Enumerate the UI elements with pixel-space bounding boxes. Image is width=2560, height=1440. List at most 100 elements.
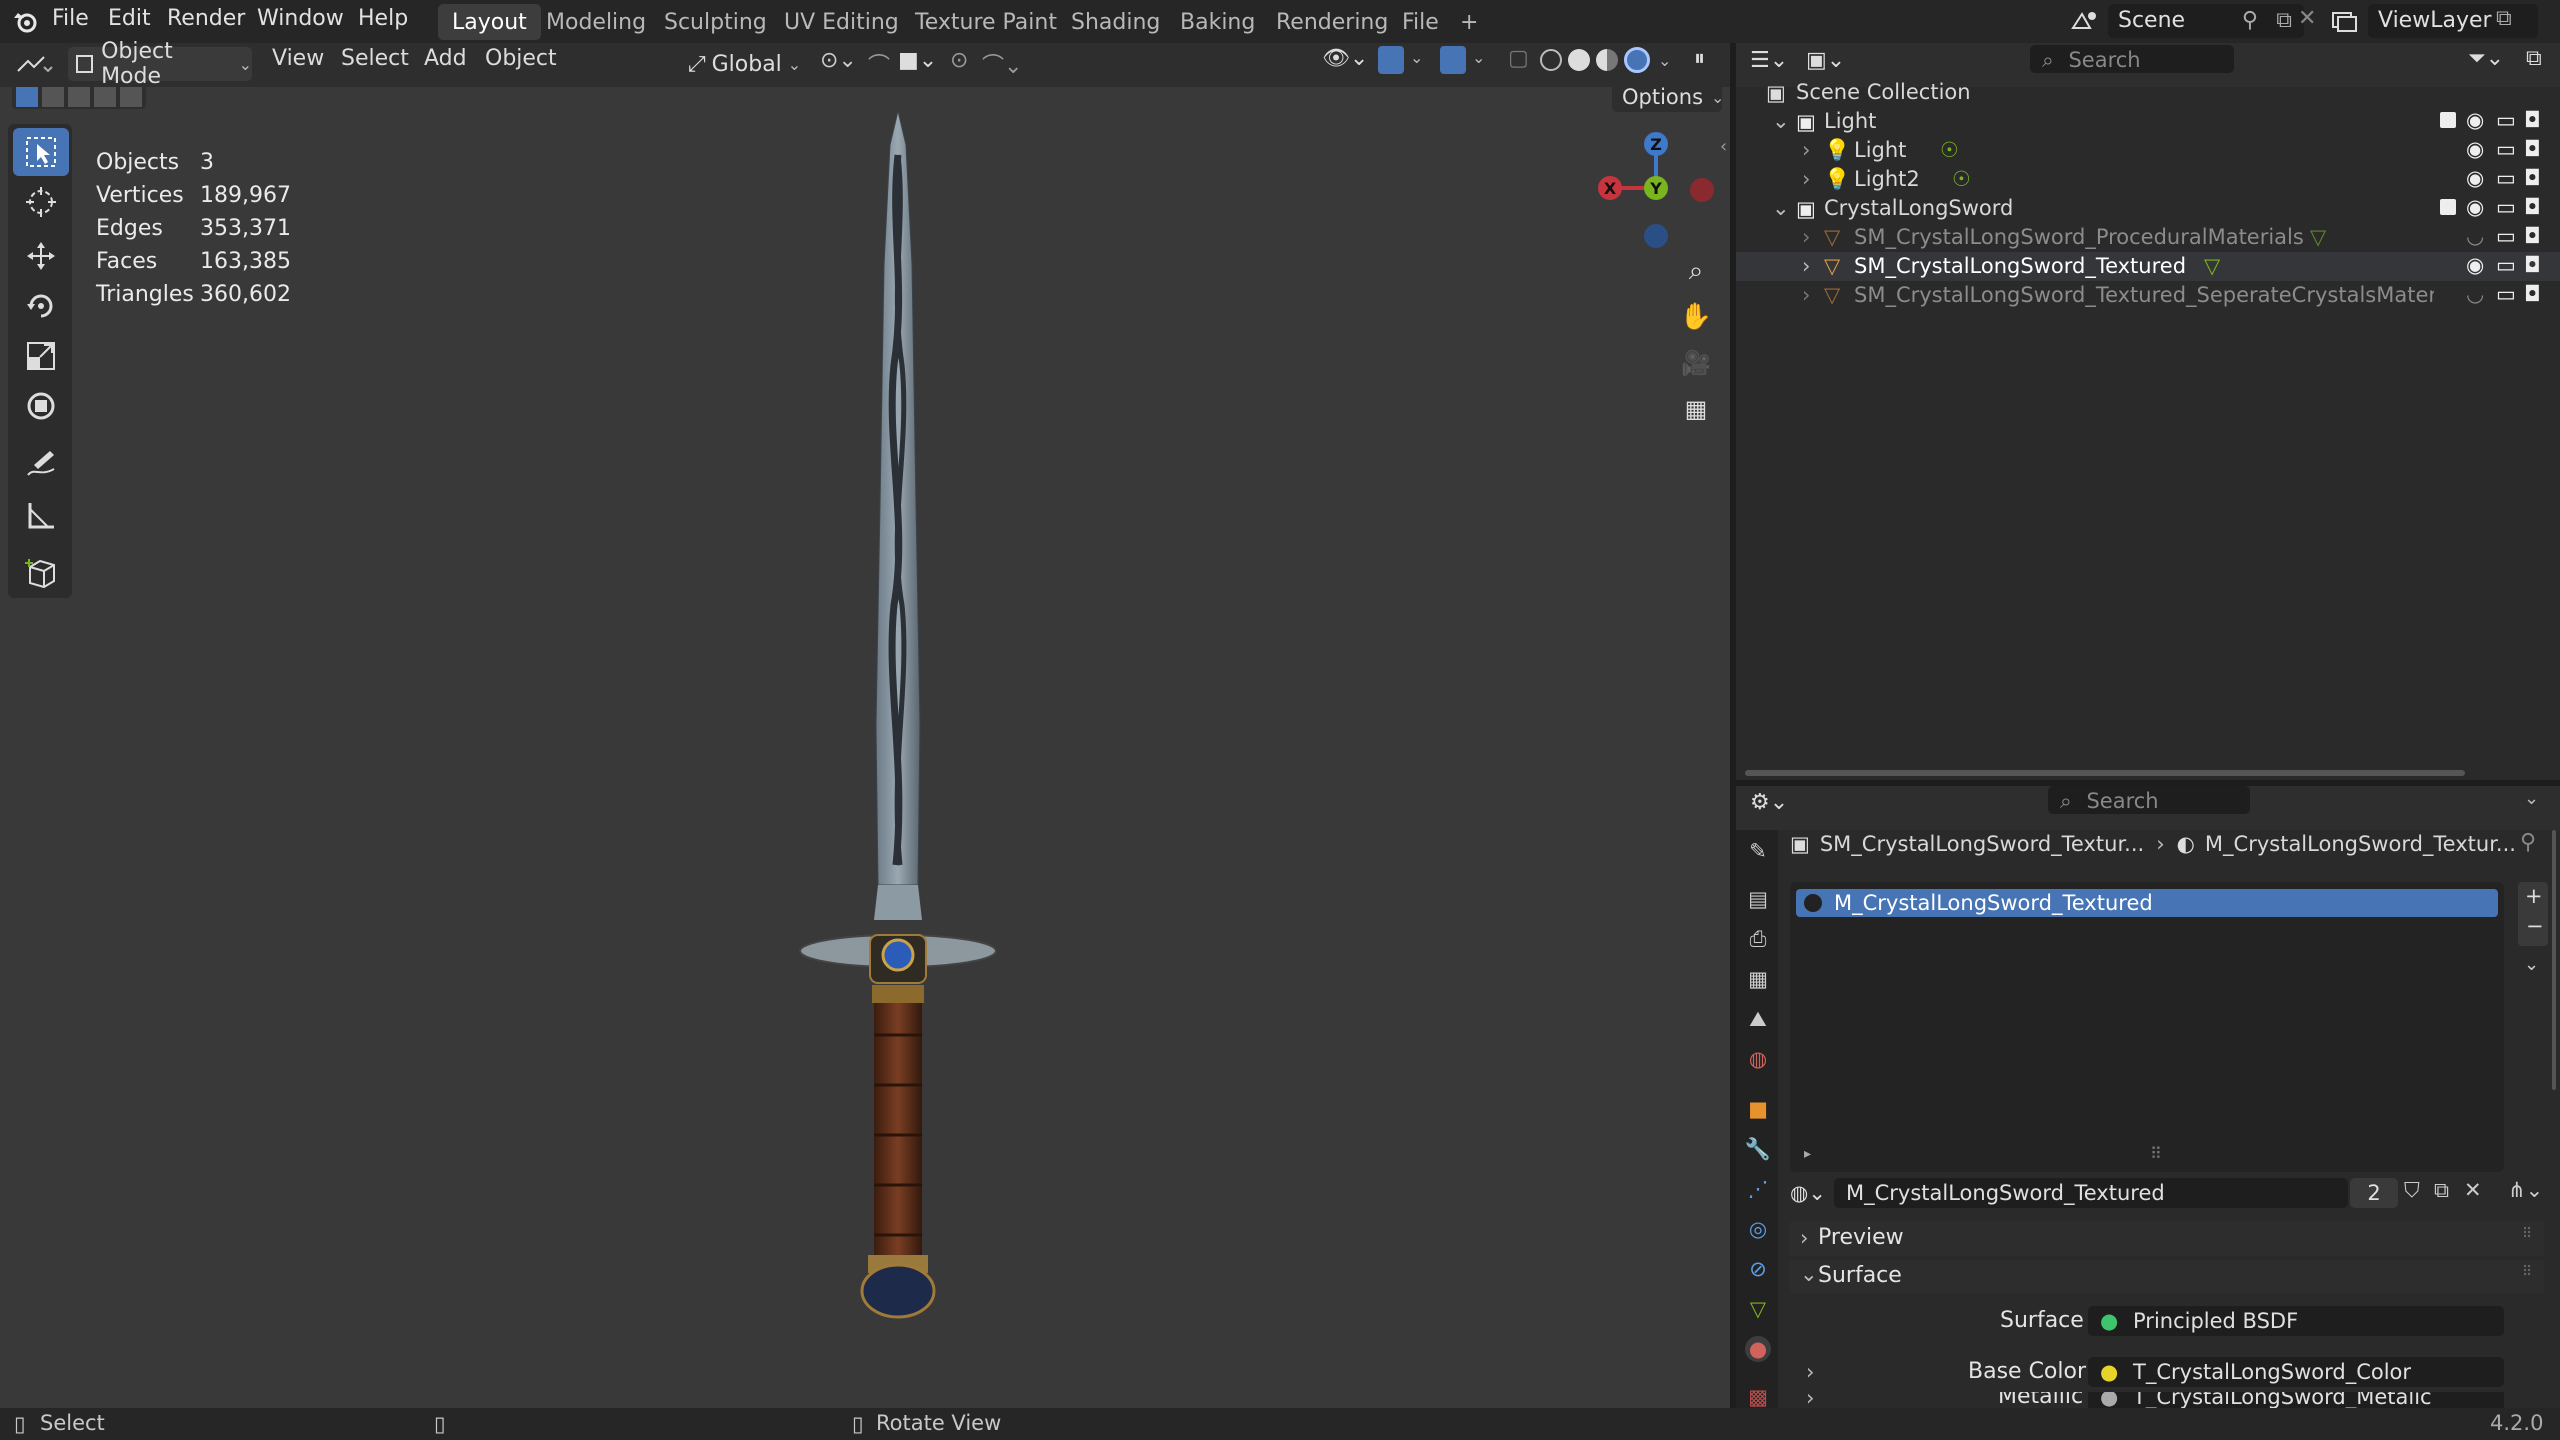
select-box-tool[interactable] [13,128,69,176]
unlink-material-icon[interactable]: ✕ [2464,1178,2482,1202]
view-layer-selector[interactable]: ViewLayer [2368,4,2538,38]
mesh-data-icon[interactable]: ▽ [2310,225,2326,249]
add-workspace-button[interactable]: + [1446,4,1492,40]
tab-sculpting[interactable]: Sculpting [650,4,781,40]
expand-chevron-icon[interactable]: › [1802,167,1810,191]
expand-chevron-icon[interactable]: ⌄ [1772,109,1790,133]
material-tab-icon[interactable]: ● [1745,1336,1771,1362]
monitor-icon[interactable]: ▭ [2496,195,2516,219]
tab-file[interactable]: File [1388,4,1453,40]
editor-type-icon[interactable] [14,49,54,79]
xray-toggle-icon[interactable]: ▢ [1508,46,1529,71]
monitor-icon[interactable]: ▭ [2496,166,2516,190]
resize-handle-icon[interactable]: ⠿ [2150,1144,2162,1163]
camera-icon[interactable]: ◘ [2524,137,2541,161]
cursor-tool[interactable] [13,178,69,226]
exclude-checkbox[interactable] [2440,112,2456,128]
tab-texture-paint[interactable]: Texture Paint [901,4,1071,40]
properties-scrollbar[interactable] [2552,830,2556,1090]
base-color-field[interactable]: ● T_CrystalLongSword_Color [2088,1357,2504,1387]
falloff-icon[interactable]: ⌒⌄ [982,48,1022,80]
menu-window[interactable]: Window [257,6,344,31]
new-view-layer-icon[interactable]: ⧉ [2496,6,2512,31]
options-button[interactable]: Options ⌄ [1612,82,1724,112]
scene-selector[interactable]: Scene ⚲ ⧉ [2108,4,2304,38]
camera-icon[interactable]: ◘ [2524,108,2541,132]
menu-help[interactable]: Help [358,6,408,31]
outliner-row-seperatecrystals[interactable]: › ▽ SM_CrystalLongSword_Textured_Seperat… [1736,281,2560,310]
menu-edit[interactable]: Edit [108,6,151,31]
monitor-icon[interactable]: ▭ [2496,224,2516,248]
properties-search-input[interactable]: ⌕ Search [2048,786,2250,814]
view-layer-tab-icon[interactable]: ▦ [1745,966,1771,992]
scene-icon[interactable] [2070,8,2100,34]
scene-tab-icon[interactable]: ⛰ [1745,1006,1771,1032]
transform-tool[interactable] [13,382,69,430]
tab-layout[interactable]: Layout [438,4,541,40]
eye-icon[interactable]: ◉ [2466,166,2484,190]
outliner-row-crystallongsword-collection[interactable]: ⌄ ▣ CrystalLongSword ◉ ▭ ◘ [1736,194,2560,223]
add-cube-tool[interactable] [13,548,69,596]
output-tab-icon[interactable]: ⎙ [1745,926,1771,952]
outliner-row-light2[interactable]: › 💡 Light2 ☉ ◉ ▭ ◘ [1736,165,2560,194]
sidebar-toggle-icon[interactable]: ‹ [1720,136,1727,157]
overlay-toggle-icon[interactable] [1440,46,1466,74]
camera-icon[interactable]: ◘ [2524,224,2541,248]
perspective-grid-icon[interactable]: ▦ [1676,389,1716,429]
snap-target-icon[interactable]: ■⌄ [898,48,937,73]
node-tree-icon[interactable]: ⋔⌄ [2508,1178,2543,1202]
viewport-menu-view[interactable]: View [272,46,324,71]
select-subtract-icon[interactable] [68,87,90,107]
pan-hand-icon[interactable]: ✋ [1676,297,1716,337]
chevron-down-icon[interactable]: ⌄ [2524,788,2539,809]
scale-tool[interactable] [13,332,69,380]
tab-shading[interactable]: Shading [1057,4,1174,40]
properties-editor-type-icon[interactable]: ⚙⌄ [1750,790,1788,815]
mode-selector[interactable]: Object Mode ⌄ [68,39,252,89]
monitor-icon[interactable]: ▭ [2496,137,2516,161]
eye-closed-icon[interactable]: ◡ [2466,224,2484,248]
pause-render-icon[interactable]: ⏸ [1694,46,1705,71]
expand-chevron-icon[interactable]: ⌄ [1772,196,1790,220]
modifier-tab-icon[interactable]: 🔧 [1745,1136,1771,1162]
outliner-row-proceduralmaterials[interactable]: › ▽ SM_CrystalLongSword_ProceduralMateri… [1736,223,2560,252]
select-new-icon[interactable] [16,87,38,107]
rendered-shading-icon[interactable] [1624,47,1650,73]
light-data-icon[interactable]: ☉ [1940,138,1959,162]
menu-file[interactable]: File [52,6,89,31]
pin-icon[interactable]: ⚲ [2242,8,2258,33]
outliner-row-light[interactable]: › 💡 Light ☉ ◉ ▭ ◘ [1736,136,2560,165]
outliner-row-light-collection[interactable]: ⌄ ▣ Light ◉ ▭ ◘ [1736,107,2560,136]
tab-modeling[interactable]: Modeling [532,4,660,40]
tab-baking[interactable]: Baking [1166,4,1269,40]
pin-icon[interactable]: ⚲ [2520,830,2536,855]
world-tab-icon[interactable]: ◍ [1745,1046,1771,1072]
expand-chevron-icon[interactable]: › [1802,283,1810,307]
navigation-gizmo[interactable]: Z X Y [1590,130,1720,250]
camera-icon[interactable]: ◘ [2524,195,2541,219]
add-slot-icon[interactable]: + [2525,884,2543,908]
surface-shader-field[interactable]: ● Principled BSDF [2088,1306,2504,1336]
expand-chevron-icon[interactable]: › [1802,254,1810,278]
monitor-icon[interactable]: ▭ [2496,253,2516,277]
panel-drag-icon[interactable]: ⠿ [2522,1264,2532,1280]
eye-icon[interactable]: ◉ [2466,195,2484,219]
select-extend-icon[interactable] [42,87,64,107]
expand-chevron-icon[interactable]: › [1802,138,1810,162]
delete-scene-icon[interactable]: ✕ [2298,6,2316,31]
surface-panel-header[interactable] [1790,1260,2544,1294]
outliner-row-textured[interactable]: › ▽ SM_CrystalLongSword_Textured ▽ ◉ ▭ ◘ [1736,252,2560,281]
annotate-tool[interactable] [13,440,69,488]
constraints-tab-icon[interactable]: ⊘ [1745,1256,1771,1282]
expand-list-icon[interactable]: ▸ [1804,1146,1811,1162]
particles-tab-icon[interactable]: ⋰ [1745,1176,1771,1202]
slot-specials-icon[interactable]: ⌄ [2524,954,2539,975]
gizmo-toggle-icon[interactable] [1378,46,1404,74]
light-data-icon[interactable]: ☉ [1952,167,1971,191]
orientation-selector[interactable]: ⤢ Global ⌄ [680,47,808,81]
exclude-checkbox[interactable] [2440,199,2456,215]
measure-tool[interactable] [13,492,69,540]
viewport-menu-object[interactable]: Object [485,46,557,71]
panel-drag-icon[interactable]: ⠿ [2522,1226,2532,1242]
new-collection-icon[interactable]: ⧉ [2526,46,2542,71]
